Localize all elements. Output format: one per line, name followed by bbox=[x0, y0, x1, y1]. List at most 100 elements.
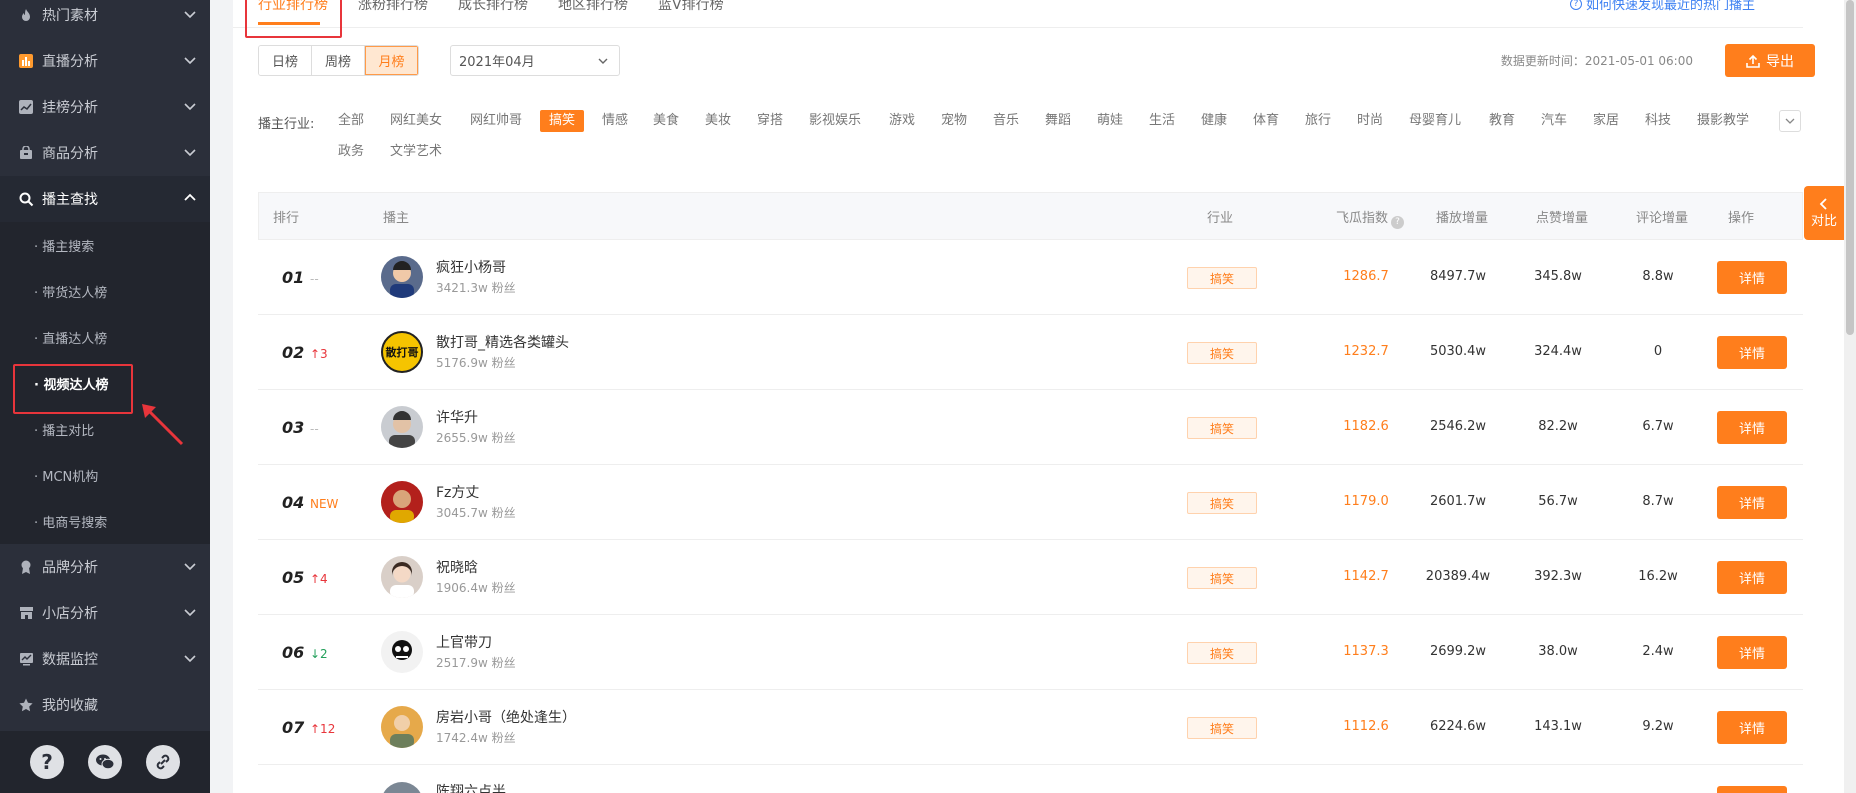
industry-option[interactable]: 萌娃 bbox=[1097, 110, 1123, 132]
tab-industry-rank[interactable]: 行业排行榜 bbox=[258, 0, 328, 14]
fans-count: 1906.4w 粉丝 bbox=[436, 581, 516, 595]
detail-button[interactable]: 详情 bbox=[1717, 561, 1787, 594]
tab-growth-rank[interactable]: 成长排行榜 bbox=[458, 0, 528, 14]
nav-label: 商品分析 bbox=[42, 146, 98, 162]
help-link[interactable]: ? 如何快速发现最近的热门播主 bbox=[1569, 0, 1755, 13]
month-select[interactable]: 2021年04月 bbox=[450, 45, 620, 76]
avatar[interactable] bbox=[381, 556, 423, 598]
industry-option[interactable]: 健康 bbox=[1201, 110, 1227, 132]
chevron-left-icon bbox=[1819, 197, 1827, 210]
play-increase: 6224.6w bbox=[1429, 719, 1487, 734]
sub-ecommerce-search[interactable]: · 电商号搜索 bbox=[0, 498, 210, 544]
industry-option[interactable]: 游戏 bbox=[889, 110, 915, 132]
export-button[interactable]: 导出 bbox=[1725, 44, 1815, 77]
nav-brand-analysis[interactable]: 品牌分析 bbox=[0, 544, 210, 590]
detail-button[interactable]: 详情 bbox=[1717, 636, 1787, 669]
industry-option[interactable]: 体育 bbox=[1253, 110, 1279, 132]
score-value: 1137.3 bbox=[1343, 644, 1389, 659]
avatar[interactable] bbox=[381, 631, 423, 673]
tab-region-rank[interactable]: 地区排行榜 bbox=[558, 0, 628, 14]
sub-live-rank[interactable]: · 直播达人榜 bbox=[0, 314, 210, 360]
period-day-button[interactable]: 日榜 bbox=[259, 46, 312, 75]
avatar[interactable] bbox=[381, 481, 423, 523]
detail-button[interactable]: 详情 bbox=[1717, 411, 1787, 444]
nav-data-monitor[interactable]: 数据监控 bbox=[0, 636, 210, 682]
streamer-name[interactable]: 许华升 bbox=[436, 407, 478, 427]
avatar[interactable] bbox=[381, 782, 423, 793]
industry-option[interactable]: 旅行 bbox=[1305, 110, 1331, 132]
industry-option[interactable]: 穿搭 bbox=[757, 110, 783, 132]
streamer-name[interactable]: Fz方丈 bbox=[436, 482, 479, 502]
info-icon[interactable]: ? bbox=[1391, 215, 1405, 229]
detail-button[interactable]: 详情 bbox=[1717, 261, 1787, 294]
detail-button[interactable]: 详情 bbox=[1717, 486, 1787, 519]
nav-my-favorites[interactable]: 我的收藏 bbox=[0, 682, 210, 728]
industry-option[interactable]: 生活 bbox=[1149, 110, 1175, 132]
industry-expand-button[interactable] bbox=[1779, 110, 1801, 132]
industry-option[interactable]: 教育 bbox=[1489, 110, 1515, 132]
chevron-down-icon bbox=[1785, 118, 1795, 124]
industry-option[interactable]: 母婴育儿 bbox=[1409, 110, 1461, 132]
sub-streamer-search[interactable]: · 播主搜索 bbox=[0, 222, 210, 268]
streamer-name[interactable]: 疯狂小杨哥 bbox=[436, 257, 506, 277]
table-row: 07 ↑12 房岩小哥（绝处逢生） 1742.4w 粉丝 搞笑 1112.6 6… bbox=[258, 690, 1803, 765]
nav-hot-material[interactable]: 热门素材 bbox=[0, 0, 210, 38]
detail-button[interactable]: 详情 bbox=[1717, 711, 1787, 744]
industry-option[interactable]: 摄影教学 bbox=[1697, 110, 1749, 132]
sub-sales-rank[interactable]: · 带货达人榜 bbox=[0, 268, 210, 314]
comment-increase: 8.8w bbox=[1642, 269, 1674, 284]
streamer-name[interactable]: 散打哥_精选各类罐头 bbox=[436, 332, 569, 352]
industry-option[interactable]: 美妆 bbox=[705, 110, 731, 132]
streamer-name[interactable]: 陈翔六点半 bbox=[436, 781, 506, 793]
industry-option[interactable]: 家居 bbox=[1593, 110, 1619, 132]
period-week-button[interactable]: 周榜 bbox=[312, 46, 365, 75]
export-label: 导出 bbox=[1766, 53, 1794, 70]
nav-ranking-analysis[interactable]: 挂榜分析 bbox=[0, 84, 210, 130]
industry-option[interactable]: 科技 bbox=[1645, 110, 1671, 132]
industry-option[interactable]: 全部 bbox=[338, 110, 364, 132]
fire-icon bbox=[18, 7, 34, 23]
industry-option[interactable]: 网红美女 bbox=[390, 110, 442, 132]
detail-button[interactable]: 详情 bbox=[1717, 786, 1787, 793]
industry-option-selected[interactable]: 搞笑 bbox=[540, 110, 585, 132]
detail-button[interactable]: 详情 bbox=[1717, 336, 1787, 369]
wechat-icon[interactable] bbox=[88, 745, 122, 779]
compare-tab[interactable]: 对比 bbox=[1804, 186, 1844, 240]
tab-bluev-rank[interactable]: 蓝V排行榜 bbox=[658, 0, 724, 14]
industry-tag: 搞笑 bbox=[1187, 342, 1257, 364]
industry-option[interactable]: 宠物 bbox=[941, 110, 967, 132]
main-content: 行业排行榜 涨粉排行榜 成长排行榜 地区排行榜 蓝V排行榜 ? 如何快速发现最近… bbox=[233, 0, 1856, 793]
industry-option[interactable]: 舞蹈 bbox=[1045, 110, 1071, 132]
industry-option[interactable]: 情感 bbox=[602, 110, 628, 132]
avatar[interactable] bbox=[381, 706, 423, 748]
industry-option[interactable]: 影视娱乐 bbox=[809, 110, 861, 132]
industry-option[interactable]: 汽车 bbox=[1541, 110, 1567, 132]
play-increase: 20389.4w bbox=[1425, 569, 1491, 584]
period-month-button[interactable]: 月榜 bbox=[365, 46, 418, 75]
link-icon[interactable] bbox=[146, 745, 180, 779]
streamer-name[interactable]: 祝晓晗 bbox=[436, 557, 478, 577]
industry-option[interactable]: 美食 bbox=[653, 110, 679, 132]
avatar[interactable] bbox=[381, 406, 423, 448]
avatar[interactable] bbox=[381, 256, 423, 298]
chevron-down-icon bbox=[184, 609, 196, 617]
avatar[interactable]: 散打哥 bbox=[381, 331, 423, 373]
streamer-name[interactable]: 上官带刀 bbox=[436, 632, 492, 652]
nav-streamer-search[interactable]: 播主查找 bbox=[0, 176, 210, 222]
nav-live-analysis[interactable]: 直播分析 bbox=[0, 38, 210, 84]
industry-option[interactable]: 时尚 bbox=[1357, 110, 1383, 132]
nav-product-analysis[interactable]: 商品分析 bbox=[0, 130, 210, 176]
tab-fans-growth-rank[interactable]: 涨粉排行榜 bbox=[358, 0, 428, 14]
industry-option[interactable]: 音乐 bbox=[993, 110, 1019, 132]
industry-option[interactable]: 政务 bbox=[338, 141, 364, 163]
scrollbar-thumb[interactable] bbox=[1846, 0, 1854, 335]
industry-option[interactable]: 网红帅哥 bbox=[470, 110, 522, 132]
streamer-name[interactable]: 房岩小哥（绝处逢生） bbox=[436, 707, 576, 727]
sub-mcn[interactable]: · MCN机构 bbox=[0, 452, 210, 498]
industry-option[interactable]: 文学艺术 bbox=[390, 141, 442, 163]
vertical-scrollbar[interactable] bbox=[1844, 0, 1856, 793]
nav-label: 小店分析 bbox=[42, 606, 98, 622]
help-icon[interactable]: ? bbox=[30, 745, 64, 779]
nav-store-analysis[interactable]: 小店分析 bbox=[0, 590, 210, 636]
chevron-down-icon bbox=[184, 11, 196, 19]
